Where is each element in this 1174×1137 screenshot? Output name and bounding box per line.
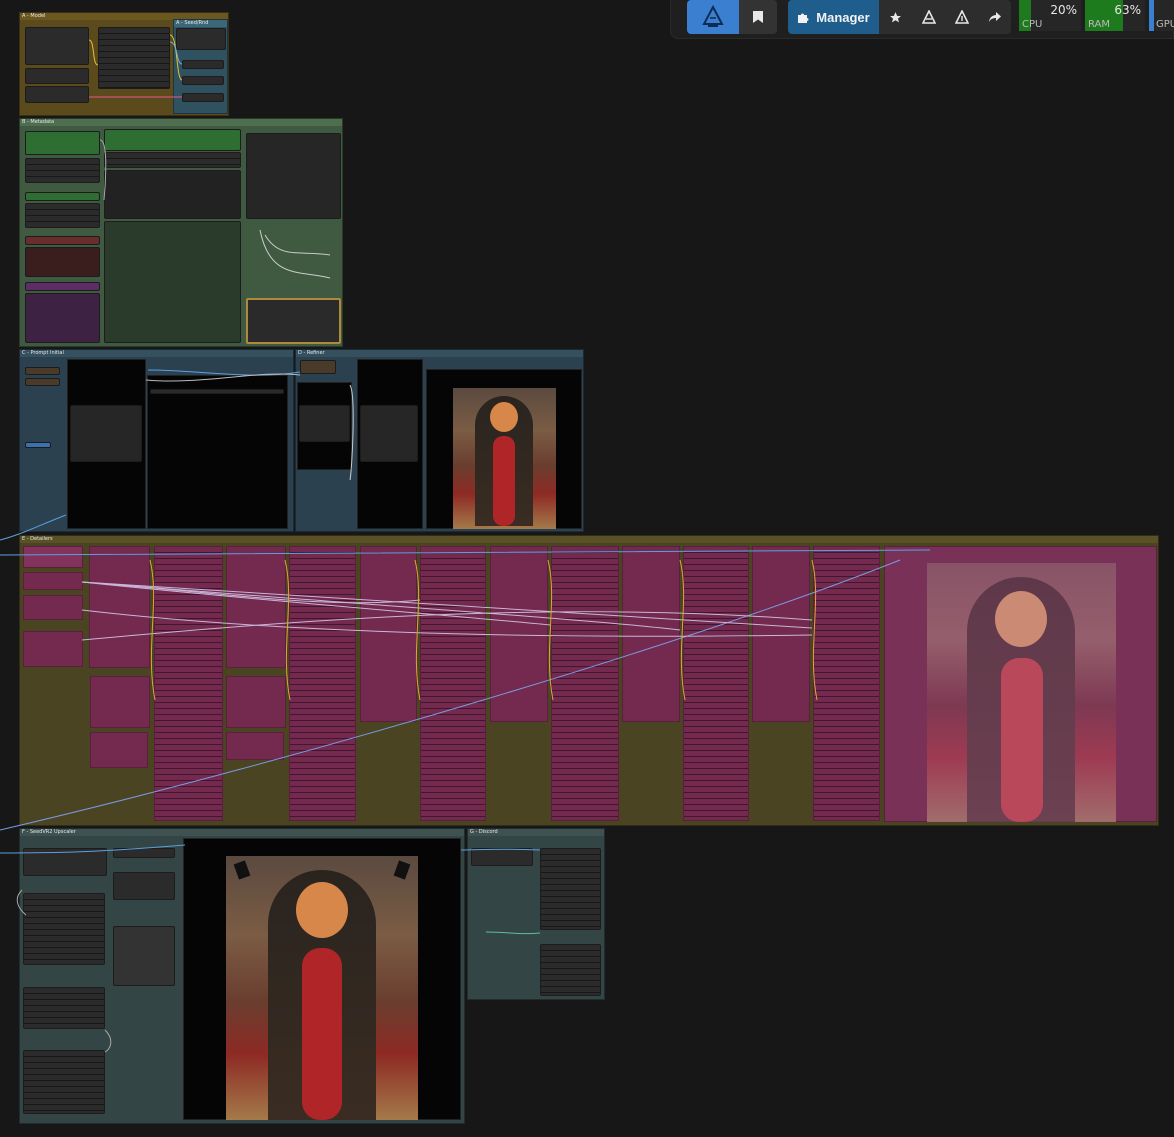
favorites-button[interactable] <box>879 0 912 34</box>
logo-button[interactable] <box>687 0 739 34</box>
ram-label: RAM <box>1088 19 1111 30</box>
ram-meter: 63% RAM <box>1085 0 1145 31</box>
model-manager-button[interactable] <box>912 0 945 34</box>
gpu-meter-fill <box>1149 0 1154 31</box>
share-button[interactable] <box>978 0 1011 34</box>
puzzle-icon <box>798 13 809 23</box>
node-icon <box>954 10 969 24</box>
gpu-meter: GPU <box>1149 0 1174 31</box>
cpu-label: CPU <box>1022 19 1043 30</box>
logo-icon <box>702 4 724 27</box>
model-icon <box>921 10 936 24</box>
wires-layer <box>0 34 931 1053</box>
bookmark-icon <box>753 11 763 23</box>
cpu-meter: 20% CPU <box>1019 0 1081 31</box>
gpu-label: GPU <box>1156 19 1174 30</box>
ram-percent: 63% <box>1114 3 1141 17</box>
manager-label: Manager <box>816 9 870 25</box>
bookmark-button[interactable] <box>739 0 777 34</box>
manager-button[interactable]: Manager <box>788 0 879 34</box>
node-manager-button[interactable] <box>945 0 978 34</box>
top-toolbar: Manager 20% CPU 63% RAM GPU <box>670 0 1174 39</box>
cpu-percent: 20% <box>1050 3 1077 17</box>
star-icon <box>890 11 901 22</box>
share-icon <box>988 12 1001 22</box>
